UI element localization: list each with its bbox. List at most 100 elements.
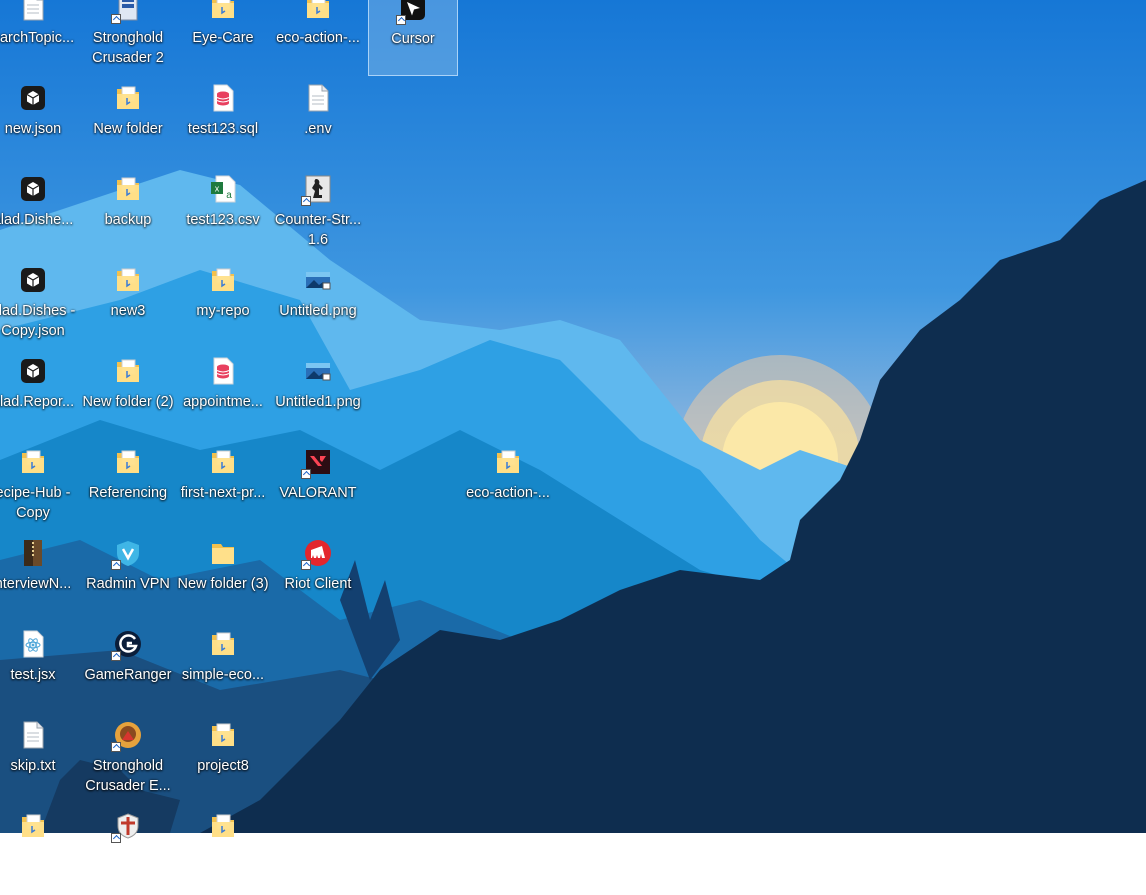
desktop-icon-label: Untitled1.png: [275, 394, 361, 410]
desktop-icon-project8[interactable]: project8: [178, 716, 268, 804]
cube-icon: [18, 356, 48, 386]
folder-doc-icon: [493, 447, 523, 477]
svg-text:a: a: [226, 190, 232, 201]
desktop-icon-eye-care[interactable]: Eye-Care: [178, 0, 268, 76]
desktop-icon-new-json[interactable]: new.json: [0, 79, 78, 167]
desktop-icon-simple-eco[interactable]: simple-eco...: [178, 625, 268, 713]
folder-doc-icon: [208, 265, 238, 295]
desktop-icon-searchtopic[interactable]: earchTopic...: [0, 0, 78, 76]
desktop-icon-label: Riot Client: [284, 576, 352, 592]
desktop-icon-label: test.jsx: [10, 667, 56, 683]
cursor-icon: [396, 0, 428, 25]
folder-doc-icon: [208, 720, 238, 750]
desktop-icon-test123-csv[interactable]: x a test123.csv: [178, 170, 268, 258]
desktop-icon-new3[interactable]: new3: [83, 261, 173, 349]
folder-icon: [208, 538, 238, 568]
image-icon: [303, 265, 333, 295]
desktop-icon-radmin-vpn[interactable]: Radmin VPN: [83, 534, 173, 622]
desktop-icon-label: Cursor: [391, 31, 435, 47]
desktop-icon-test123-sql[interactable]: test123.sql: [178, 79, 268, 167]
shortcut-arrow-icon: [111, 742, 121, 752]
desktop-icon-valorant[interactable]: VALORANT: [273, 443, 363, 531]
sql-icon: [208, 83, 238, 113]
desktop-icon-untitled-png[interactable]: Untitled.png: [273, 261, 363, 349]
desktop-icon-label: Radmin VPN: [86, 576, 170, 592]
doc-icon: [303, 83, 333, 113]
desktop-icon-referencing[interactable]: Referencing: [83, 443, 173, 531]
desktop-icon-label: New folder (2): [82, 394, 174, 410]
folder-doc-icon: [18, 447, 48, 477]
desktop-icon-cursor[interactable]: Cursor: [368, 0, 458, 76]
desktop-icon-label: Stronghold Crusader E...: [85, 758, 171, 794]
desktop-icon-partial-3[interactable]: [178, 807, 268, 895]
shortcut-arrow-icon: [111, 833, 121, 843]
desktop-icon-label: backup: [104, 212, 152, 228]
desktop-icon-label: test123.csv: [186, 212, 260, 228]
shortcut-arrow-icon: [396, 15, 406, 25]
desktop-icon-first-next-pr[interactable]: first-next-pr...: [178, 443, 268, 531]
image-icon: [303, 356, 333, 386]
folder-doc-icon: [113, 265, 143, 295]
shortcut-arrow-icon: [301, 196, 311, 206]
folder-doc-icon: [303, 0, 333, 22]
desktop-icon-riot-client[interactable]: Riot Client: [273, 534, 363, 622]
folder-doc-icon: [113, 83, 143, 113]
desktop-icon-label: skip.txt: [10, 758, 56, 774]
svg-text:x: x: [215, 184, 220, 194]
folder-doc-icon: [208, 447, 238, 477]
folder-doc-icon: [208, 811, 238, 841]
desktop-icon-salad-report[interactable]: alad.Repor...: [0, 352, 78, 440]
gameranger-icon: [111, 629, 143, 661]
riot-icon: [301, 538, 333, 570]
folder-doc-icon: [113, 356, 143, 386]
desktop-icon-label: Untitled.png: [279, 303, 357, 319]
desktop-icon-label: GameRanger: [84, 667, 172, 683]
desktop-icon-eco-action-1[interactable]: eco-action-...: [273, 0, 363, 76]
sql-icon: [208, 356, 238, 386]
desktop-icon-label: nterviewN...: [0, 576, 72, 592]
desktop-icon-eco-action-2[interactable]: eco-action-...: [463, 443, 553, 531]
desktop-icon-stronghold-crusader-2[interactable]: Stronghold Crusader 2: [83, 0, 173, 76]
desktop-icon-backup[interactable]: backup: [83, 170, 173, 258]
desktop-icon-skip-txt[interactable]: skip.txt: [0, 716, 78, 804]
desktop-icon-label: eco-action-...: [466, 485, 550, 501]
desktop-icon-label: new3: [110, 303, 146, 319]
desktop-icon-partial-1[interactable]: [0, 807, 78, 895]
desktop-icon-label: test123.sql: [187, 121, 259, 137]
shortcut-arrow-icon: [301, 560, 311, 570]
app-blue-icon: [111, 0, 143, 24]
desktop-icon-recipe-hub-copy[interactable]: ecipe-Hub - Copy: [0, 443, 78, 531]
desktop-icon-my-repo[interactable]: my-repo: [178, 261, 268, 349]
shield-icon: [111, 811, 143, 843]
folder-doc-icon: [208, 629, 238, 659]
desktop-icon-label: Eye-Care: [192, 30, 254, 46]
desktop-icon-partial-2[interactable]: [83, 807, 173, 895]
shortcut-arrow-icon: [301, 469, 311, 479]
desktop-icon-label: alad.Repor...: [0, 394, 75, 410]
desktop-icon-new-folder-3[interactable]: New folder (3): [177, 534, 269, 622]
folder-doc-icon: [113, 174, 143, 204]
desktop-icon-salad-dishes-copy[interactable]: alad.Dishes - Copy.json: [0, 261, 78, 349]
folder-doc-icon: [208, 0, 238, 22]
desktop-icon-label: earchTopic...: [0, 30, 75, 46]
desktop-icon-interviewn[interactable]: nterviewN...: [0, 534, 78, 622]
desktop-icon-label: project8: [197, 758, 249, 774]
desktop-icon-label: alad.Dishe...: [0, 212, 74, 228]
desktop-icon-untitled1-png[interactable]: Untitled1.png: [273, 352, 363, 440]
desktop-icon-counter-strike[interactable]: Counter-Str... 1.6: [273, 170, 363, 258]
desktop-icon-salad-dishes[interactable]: alad.Dishe...: [0, 170, 78, 258]
cs-icon: [301, 174, 333, 206]
valorant-icon: [301, 447, 333, 479]
cube-icon: [18, 174, 48, 204]
shortcut-arrow-icon: [111, 651, 121, 661]
desktop-icon-new-folder[interactable]: New folder: [83, 79, 173, 167]
desktop-icon-gameranger[interactable]: GameRanger: [83, 625, 173, 713]
desktop-icon-env[interactable]: .env: [273, 79, 363, 167]
desktop-icon-appointme[interactable]: appointme...: [178, 352, 268, 440]
desktop-icon-test-jsx[interactable]: test.jsx: [0, 625, 78, 713]
desktop-icon-label: .env: [304, 121, 332, 137]
desktop-icon-label: eco-action-...: [276, 30, 360, 46]
shortcut-arrow-icon: [111, 14, 121, 24]
desktop-icon-stronghold-crusader-e[interactable]: Stronghold Crusader E...: [83, 716, 173, 804]
desktop-icon-new-folder-2[interactable]: New folder (2): [82, 352, 174, 440]
